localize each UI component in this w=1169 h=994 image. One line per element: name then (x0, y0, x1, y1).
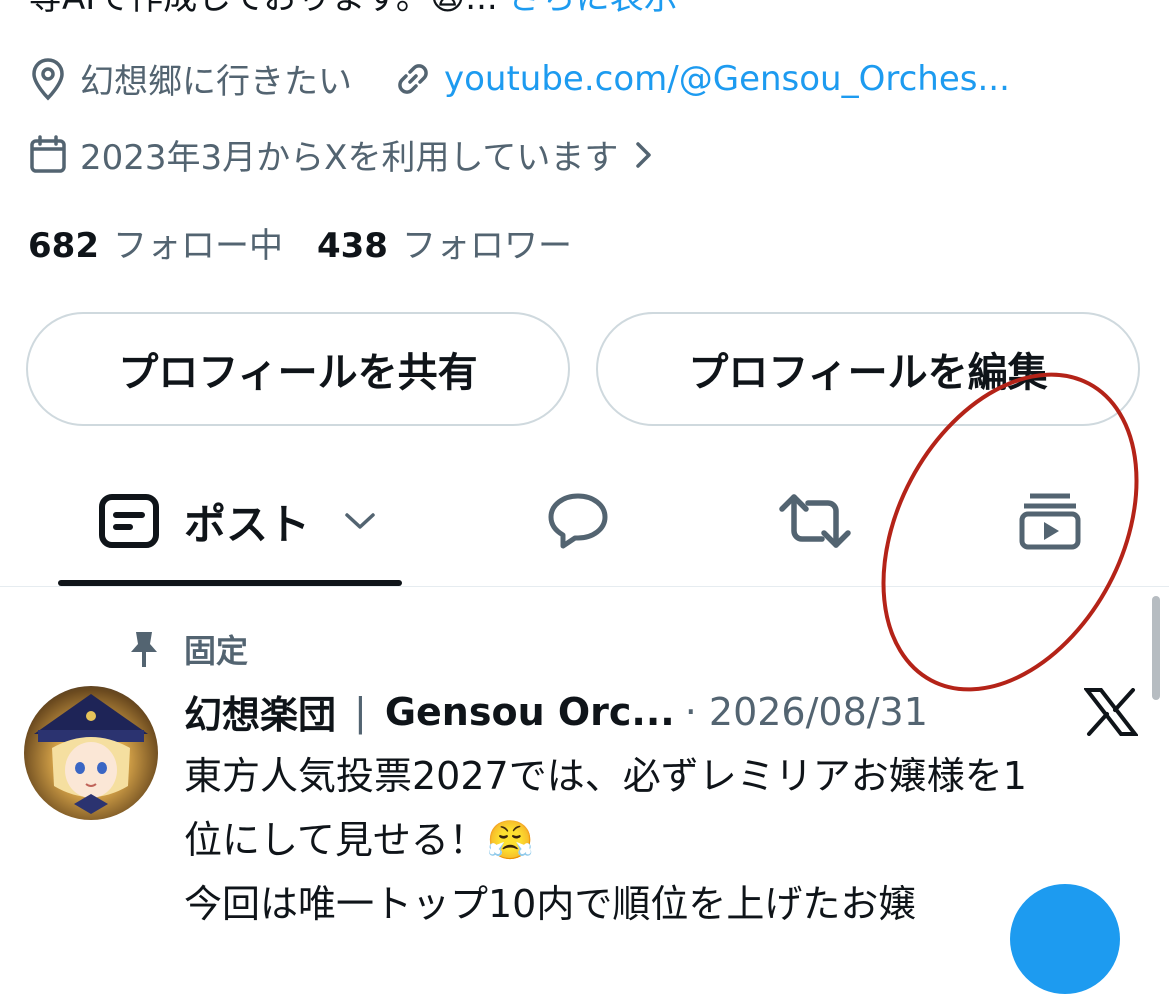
followers-label: フォロワー (401, 226, 572, 266)
scrollbar[interactable] (1152, 596, 1160, 700)
link-icon (392, 58, 434, 100)
followers-stat[interactable]: 438 フォロワー (317, 218, 572, 267)
show-more-link[interactable]: さらに表示 (508, 0, 678, 18)
chevron-right-icon[interactable] (634, 140, 654, 170)
tab-videos[interactable] (1018, 486, 1082, 556)
followers-count: 438 (316, 226, 388, 266)
post-line: 位にして見せる！😤 (184, 818, 535, 862)
follow-stats: 682 フォロー中 438 フォロワー (28, 218, 572, 267)
post-line: 東方人気投票2027では、必ずレミリアお嬢様を1 (184, 754, 1027, 798)
posts-icon (98, 493, 160, 549)
calendar-icon (28, 134, 68, 176)
post-date[interactable]: · 2026/08/31 (685, 690, 928, 734)
following-label: フォロー中 (112, 226, 283, 266)
post-line: 今回は唯一トップ10内で順位を上げたお嬢 (184, 882, 917, 926)
video-icon (1018, 491, 1082, 551)
name-separator: | (354, 689, 367, 734)
compose-button[interactable] (1010, 884, 1120, 994)
reply-icon (546, 491, 610, 551)
location-icon (28, 57, 68, 101)
x-logo-icon (1082, 688, 1140, 740)
joined-row: 2023年3月からXを利用しています (28, 130, 654, 179)
pinned-label: 固定 (184, 632, 249, 670)
bio-line: 等AIで作成しております。😩... (28, 0, 498, 18)
tab-posts-label: ポスト (184, 499, 311, 549)
pin-icon (128, 629, 160, 669)
website-link[interactable]: youtube.com/@Gensou_Orches... (444, 59, 1010, 99)
post-header: 幻想楽団 | Gensou Orc... · 2026/08/31 (184, 684, 928, 739)
edit-profile-button[interactable]: プロフィールを編集 (596, 312, 1140, 426)
following-count: 682 (28, 226, 99, 266)
share-profile-button[interactable]: プロフィールを共有 (26, 312, 570, 426)
post-text: 東方人気投票2027では、必ずレミリアお嬢様を1 位にして見せる！😤 今回は唯一… (184, 744, 1124, 936)
post-display-name-suffix[interactable]: Gensou Orc... (385, 690, 675, 734)
tab-replies[interactable] (546, 486, 610, 556)
repost-icon (778, 493, 852, 549)
bio-text: 等AIで作成しております。😩... さらに表示 (28, 0, 678, 19)
location-text: 幻想郷に行きたい (80, 62, 352, 102)
avatar[interactable] (24, 686, 158, 820)
pinned-indicator: 固定 (128, 626, 248, 672)
joined-text: 2023年3月からXを利用しています (80, 138, 619, 178)
post-display-name[interactable]: 幻想楽団 (184, 684, 336, 739)
following-stat[interactable]: 682 フォロー中 (28, 218, 283, 267)
chevron-down-icon[interactable] (344, 511, 376, 531)
tab-divider (0, 586, 1169, 587)
tab-posts[interactable]: ポスト (98, 486, 376, 556)
tab-reposts[interactable] (778, 486, 852, 556)
profile-meta-row: 幻想郷に行きたい youtube.com/@Gensou_Orches... (28, 54, 1010, 103)
